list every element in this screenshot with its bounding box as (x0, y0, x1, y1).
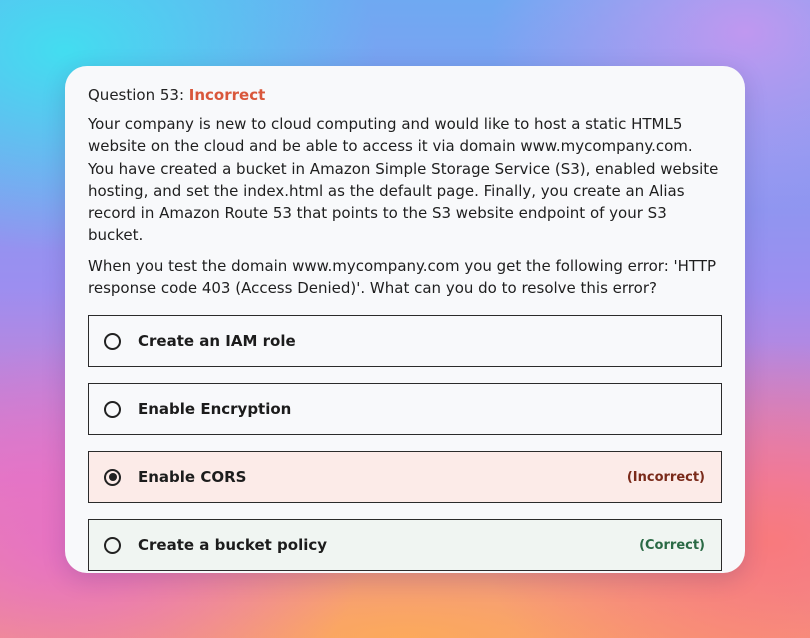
answer-option-label: Enable CORS (138, 468, 247, 487)
radio-unselected-icon[interactable] (104, 332, 121, 350)
incorrect-badge: (Incorrect) (626, 469, 705, 485)
answer-option-create-bucket-policy[interactable]: Create a bucket policy (Correct) (88, 519, 722, 572)
question-status: Incorrect (188, 86, 266, 104)
answer-option-label: Enable Encryption (138, 400, 292, 419)
question-text-paragraph-1: Your company is new to cloud computing a… (88, 115, 719, 245)
answer-option-create-iam-role[interactable]: Create an IAM role (88, 315, 722, 368)
answer-options: Create an IAM role Enable Encryption Ena… (88, 315, 722, 572)
radio-unselected-icon[interactable] (104, 536, 121, 554)
answer-option-label: Create a bucket policy (138, 536, 328, 555)
question-text-paragraph-2: When you test the domain www.mycompany.c… (88, 256, 717, 298)
correct-badge: (Correct) (639, 537, 705, 553)
question-number: Question 53: (88, 86, 184, 104)
answer-option-enable-cors[interactable]: Enable CORS (Incorrect) (88, 451, 722, 504)
radio-selected-icon[interactable] (104, 468, 121, 486)
question-card: Question 53: Incorrect Your company is n… (65, 66, 745, 573)
answer-option-label: Create an IAM role (138, 332, 296, 351)
question-header: Question 53: Incorrect (88, 86, 722, 104)
radio-unselected-icon[interactable] (104, 400, 121, 418)
answer-option-enable-encryption[interactable]: Enable Encryption (88, 383, 722, 436)
